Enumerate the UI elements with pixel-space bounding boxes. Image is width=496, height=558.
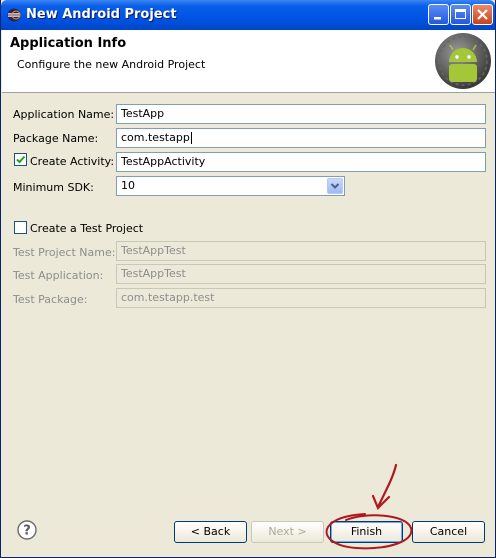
android-logo [435,33,491,89]
test-package-input: com.testapp.test [116,288,486,308]
create-activity-checkbox[interactable] [14,153,27,166]
create-test-project-checkbox[interactable] [14,221,27,234]
page-title: Application Info [10,36,127,51]
activity-name-input[interactable]: TestAppActivity [116,152,486,172]
dialog-window: New Android Project Application Info Con… [0,0,496,558]
back-button[interactable]: < Back [174,521,247,543]
min-sdk-label: Minimum SDK: [13,181,94,194]
page-subtitle: Configure the new Android Project [17,58,206,71]
min-sdk-combo[interactable]: 10 [116,176,345,196]
minimize-button[interactable] [428,4,449,25]
test-application-label: Test Application: [13,269,104,282]
close-button[interactable] [472,4,493,25]
app-name-input[interactable]: TestApp [116,104,486,124]
test-application-value: TestAppTest [121,267,186,280]
test-project-name-label: Test Project Name: [13,246,116,259]
app-name-label: Application Name: [13,108,115,121]
create-test-project-label[interactable]: Create a Test Project [30,222,143,235]
next-button[interactable]: Next > [251,521,324,543]
wizard-header: Application Info Configure the new Andro… [2,30,495,93]
activity-name-value: TestAppActivity [121,155,206,168]
eclipse-icon [7,8,21,22]
create-activity-label[interactable]: Create Activity: [30,155,114,168]
min-sdk-value: 10 [121,179,135,192]
test-project-name-value: TestAppTest [121,244,186,257]
help-icon[interactable]: ? [17,520,37,540]
chevron-down-icon [330,183,340,189]
test-package-value: com.testapp.test [121,291,215,304]
svg-text:?: ? [23,524,31,539]
window-title: New Android Project [26,7,177,22]
package-name-input[interactable]: com.testapp [116,128,486,148]
combo-dropdown-button[interactable] [327,178,343,194]
title-bar[interactable]: New Android Project [1,0,495,30]
checkmark-icon [16,155,26,164]
package-name-value: com.testapp [121,131,190,144]
package-name-label: Package Name: [13,132,99,145]
maximize-icon [455,9,466,19]
cancel-button[interactable]: Cancel [412,521,485,543]
close-icon [477,9,488,20]
test-application-input: TestAppTest [116,264,486,284]
maximize-button[interactable] [450,4,471,25]
minimize-icon [434,17,441,20]
test-project-name-input: TestAppTest [116,241,486,261]
finish-button[interactable]: Finish [330,521,403,543]
test-package-label: Test Package: [13,293,88,306]
text-cursor [190,132,192,144]
app-name-value: TestApp [121,107,165,120]
